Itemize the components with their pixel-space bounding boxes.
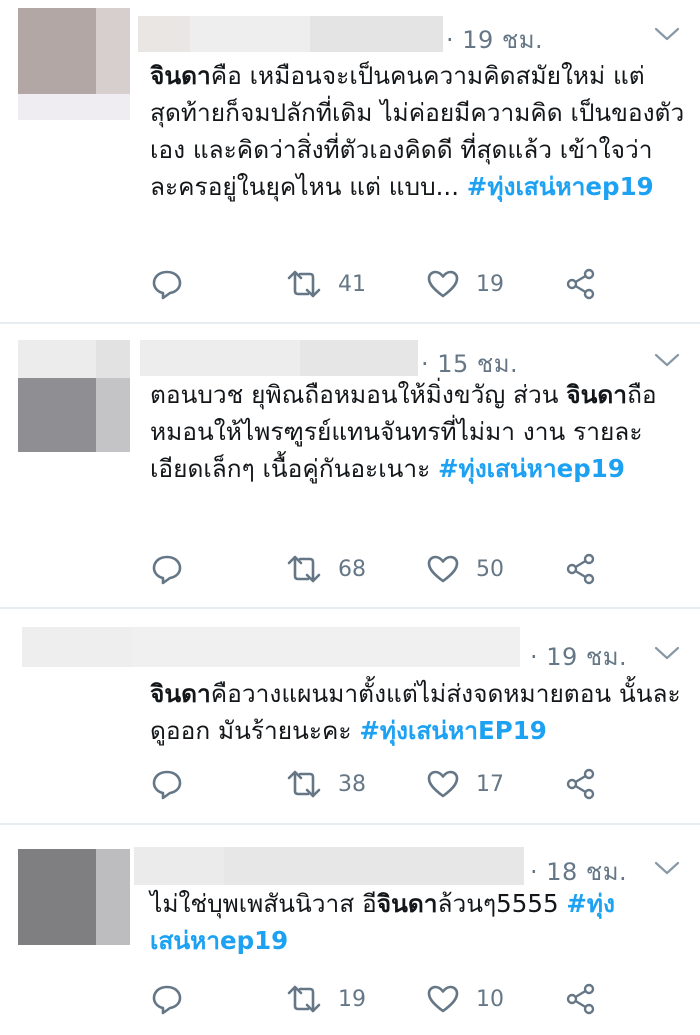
retweet-icon (287, 770, 321, 798)
mention-name: จินดา (150, 679, 211, 708)
retweet-count: 41 (338, 271, 366, 297)
tweet-timestamp[interactable]: · 19 ชม. (446, 20, 543, 59)
tweet-body: ล้วนๆ5555 (437, 889, 567, 918)
tweet-actions: 38 17 (150, 764, 690, 804)
like-button[interactable]: 50 (426, 549, 504, 589)
retweet-icon (287, 555, 321, 583)
like-icon (427, 555, 459, 583)
hashtag-link[interactable]: #ทุ่งเสน่หาep19 (438, 454, 625, 483)
retweet-icon (287, 270, 321, 298)
tweet-actions: 68 50 (150, 549, 690, 589)
tweet-text: ตอนบวช ยุพิณถือหมอนให้มิ่งขวัญ ส่วน จินด… (150, 376, 690, 487)
share-button[interactable] (564, 264, 598, 304)
share-icon (566, 768, 595, 800)
reply-button[interactable] (150, 264, 184, 304)
tweet-text: จินดาคือ เหมือนจะเป็นคนความคิดสมัยใหม่ แ… (150, 57, 690, 205)
retweet-count: 19 (338, 986, 366, 1012)
share-icon (566, 268, 595, 300)
like-icon (427, 270, 459, 298)
reply-icon (152, 985, 182, 1015)
retweet-button[interactable]: 38 (286, 764, 366, 804)
like-button[interactable]: 19 (426, 264, 504, 304)
mention-name: จินดา (376, 889, 438, 918)
like-count: 10 (476, 986, 504, 1012)
hashtag-link[interactable]: #ทุ่งเสน่หาep19 (467, 172, 654, 201)
retweet-count: 38 (338, 771, 366, 797)
reply-button[interactable] (150, 979, 184, 1019)
like-count: 17 (476, 771, 504, 797)
reply-icon (152, 770, 182, 800)
author-name-blurred[interactable] (140, 340, 418, 376)
retweet-button[interactable]: 41 (286, 264, 366, 304)
reply-button[interactable] (150, 764, 184, 804)
chevron-down-icon[interactable] (654, 645, 680, 661)
like-count: 19 (476, 271, 504, 297)
avatar[interactable] (18, 8, 130, 120)
hashtag-link[interactable]: #ทุ่งเสน่หาEP19 (359, 716, 546, 745)
chevron-down-icon[interactable] (654, 860, 680, 876)
retweet-icon (287, 985, 321, 1013)
mention-name: จินดา (150, 61, 211, 90)
mention-name: จินดา (566, 380, 628, 409)
tweet-body-pre: ตอนบวช ยุพิณถือหมอนให้มิ่งขวัญ ส่วน (150, 380, 567, 409)
tweet-timestamp[interactable]: · 19 ชม. (530, 637, 627, 676)
reply-icon (152, 555, 182, 585)
like-button[interactable]: 17 (426, 764, 504, 804)
tweet[interactable]: · 19 ชม. จินดาคือวางแผนมาตั้งแต่ไม่ส่งจด… (0, 609, 700, 823)
share-button[interactable] (564, 979, 598, 1019)
author-name-blurred[interactable] (134, 847, 524, 885)
tweet[interactable]: · 18 ชม. ไม่ใช่บุพเพสันนิวาส อีจินดาล้วน… (0, 825, 700, 1035)
share-icon (566, 553, 595, 585)
retweet-button[interactable]: 19 (286, 979, 366, 1019)
like-icon (427, 985, 459, 1013)
like-icon (427, 770, 459, 798)
like-button[interactable]: 10 (426, 979, 504, 1019)
reply-icon (152, 270, 182, 300)
tweet-actions: 19 10 (150, 979, 690, 1019)
reply-button[interactable] (150, 549, 184, 589)
chevron-down-icon[interactable] (654, 26, 680, 42)
tweet-text: จินดาคือวางแผนมาตั้งแต่ไม่ส่งจดหมายตอน น… (150, 675, 690, 749)
share-button[interactable] (564, 549, 598, 589)
author-name-blurred[interactable] (22, 627, 520, 667)
tweet-actions: 41 19 (150, 264, 690, 304)
avatar[interactable] (18, 849, 130, 945)
tweet-text: ไม่ใช่บุพเพสันนิวาส อีจินดาล้วนๆ5555 #ทุ… (150, 885, 690, 959)
like-count: 50 (476, 556, 504, 582)
retweet-count: 68 (338, 556, 366, 582)
retweet-button[interactable]: 68 (286, 549, 366, 589)
author-name-blurred[interactable] (138, 16, 443, 52)
chevron-down-icon[interactable] (654, 352, 680, 368)
tweet-body-pre: ไม่ใช่บุพเพสันนิวาส อี (150, 889, 377, 918)
avatar[interactable] (18, 340, 130, 452)
share-button[interactable] (564, 764, 598, 804)
tweet[interactable]: · 19 ชม. จินดาคือ เหมือนจะเป็นคนความคิดส… (0, 0, 700, 322)
tweet[interactable]: · 15 ชม. ตอนบวช ยุพิณถือหมอนให้มิ่งขวัญ … (0, 324, 700, 607)
share-icon (566, 983, 595, 1015)
